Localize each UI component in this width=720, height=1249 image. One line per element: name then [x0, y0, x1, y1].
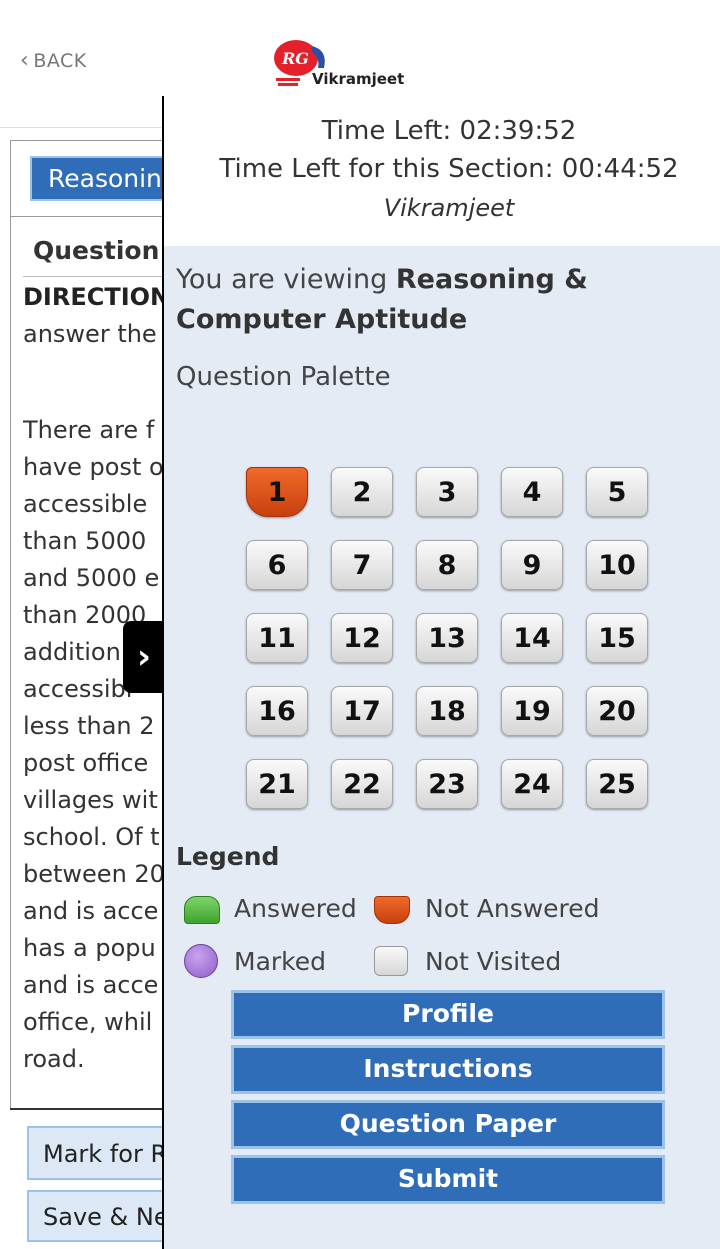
section-time-left: Time Left for this Section: 00:44:52	[219, 154, 679, 184]
question-button-3[interactable]: 3	[416, 467, 478, 517]
marked-swatch-icon	[184, 944, 218, 978]
palette-title: Question Palette	[176, 362, 391, 392]
question-button-17[interactable]: 17	[331, 686, 393, 736]
logo-mark-text: RG	[281, 49, 309, 68]
question-button-9[interactable]: 9	[501, 540, 563, 590]
question-button-22[interactable]: 22	[331, 759, 393, 809]
question-button-23[interactable]: 23	[416, 759, 478, 809]
paragraph-line: post office	[23, 749, 149, 777]
chevron-right-icon: ›	[136, 637, 151, 677]
paragraph-line: accessible	[23, 490, 148, 518]
viewing-info: You are viewing Reasoning & Computer Apt…	[176, 260, 716, 340]
legend-not-visited: Not Visited	[425, 947, 562, 976]
brand-logo: RG Vikramjeet	[272, 38, 404, 88]
back-label: BACK	[33, 50, 87, 72]
time-left: Time Left: 02:39:52	[321, 116, 577, 146]
question-palette-drawer: Time Left: 02:39:52 Time Left for this S…	[162, 96, 720, 1249]
legend-answered: Answered	[234, 894, 357, 923]
drawer-body: You are viewing Reasoning & Computer Apt…	[164, 246, 720, 1249]
drawer-toggle-button[interactable]: ›	[123, 621, 165, 693]
question-button-11[interactable]: 11	[246, 613, 308, 663]
paragraph-line: has a popu	[23, 934, 156, 962]
paragraph-line: have post o	[23, 453, 163, 481]
question-button-16[interactable]: 16	[246, 686, 308, 736]
question-button-18[interactable]: 18	[416, 686, 478, 736]
question-button-12[interactable]: 12	[331, 613, 393, 663]
question-button-13[interactable]: 13	[416, 613, 478, 663]
question-button-1[interactable]: 1	[246, 467, 308, 517]
directions-text: answer the	[23, 320, 157, 348]
divider	[10, 1108, 165, 1110]
question-button-24[interactable]: 24	[501, 759, 563, 809]
question-button-19[interactable]: 19	[501, 686, 563, 736]
question-button-8[interactable]: 8	[416, 540, 478, 590]
exam-screen: ‹ BACK RG Vikramjeet Reasoning & Compute…	[0, 0, 720, 1249]
paragraph-line: and is acce	[23, 897, 159, 925]
paragraph-line: villages wit	[23, 786, 158, 814]
question-button-14[interactable]: 14	[501, 613, 563, 663]
legend-title: Legend	[176, 842, 280, 871]
question-button-20[interactable]: 20	[586, 686, 648, 736]
logo-head-icon: RG	[272, 38, 330, 88]
paragraph-line: There are f	[23, 416, 155, 444]
question-button-4[interactable]: 4	[501, 467, 563, 517]
question-button-2[interactable]: 2	[331, 467, 393, 517]
paragraph-line: school. Of t	[23, 823, 160, 851]
question-button-6[interactable]: 6	[246, 540, 308, 590]
answered-swatch-icon	[184, 896, 220, 924]
question-button-21[interactable]: 21	[246, 759, 308, 809]
paragraph-line: office, whil	[23, 1008, 153, 1036]
question-button-10[interactable]: 10	[586, 540, 648, 590]
chevron-left-icon: ‹	[20, 48, 30, 73]
not-visited-swatch-icon	[374, 946, 408, 976]
back-button[interactable]: ‹ BACK	[20, 48, 87, 73]
legend-marked: Marked	[234, 947, 327, 976]
question-paragraph: There are f have post o accessible than 500…	[23, 412, 163, 1078]
question-button-15[interactable]: 15	[586, 613, 648, 663]
not-answered-swatch-icon	[374, 896, 410, 924]
divider	[10, 216, 165, 217]
legend-not-answered: Not Answered	[425, 894, 600, 923]
question-button-25[interactable]: 25	[586, 759, 648, 809]
question-button-7[interactable]: 7	[331, 540, 393, 590]
submit-button[interactable]: Submit	[231, 1155, 665, 1204]
paragraph-line: than 5000	[23, 527, 147, 555]
instructions-button[interactable]: Instructions	[231, 1045, 665, 1094]
question-button-5[interactable]: 5	[586, 467, 648, 517]
divider	[23, 276, 165, 277]
question-paper-button[interactable]: Question Paper	[231, 1100, 665, 1149]
profile-button[interactable]: Profile	[231, 990, 665, 1039]
viewing-prefix: You are viewing	[176, 264, 388, 295]
candidate-name: Vikramjeet	[383, 194, 515, 222]
paragraph-line: and 5000 e	[23, 564, 160, 592]
directions-title: DIRECTION	[23, 283, 171, 311]
paragraph-line: road.	[23, 1045, 85, 1073]
paragraph-line: less than 2	[23, 712, 155, 740]
paragraph-line: between 20	[23, 860, 163, 888]
paragraph-line: and is acce	[23, 971, 159, 999]
